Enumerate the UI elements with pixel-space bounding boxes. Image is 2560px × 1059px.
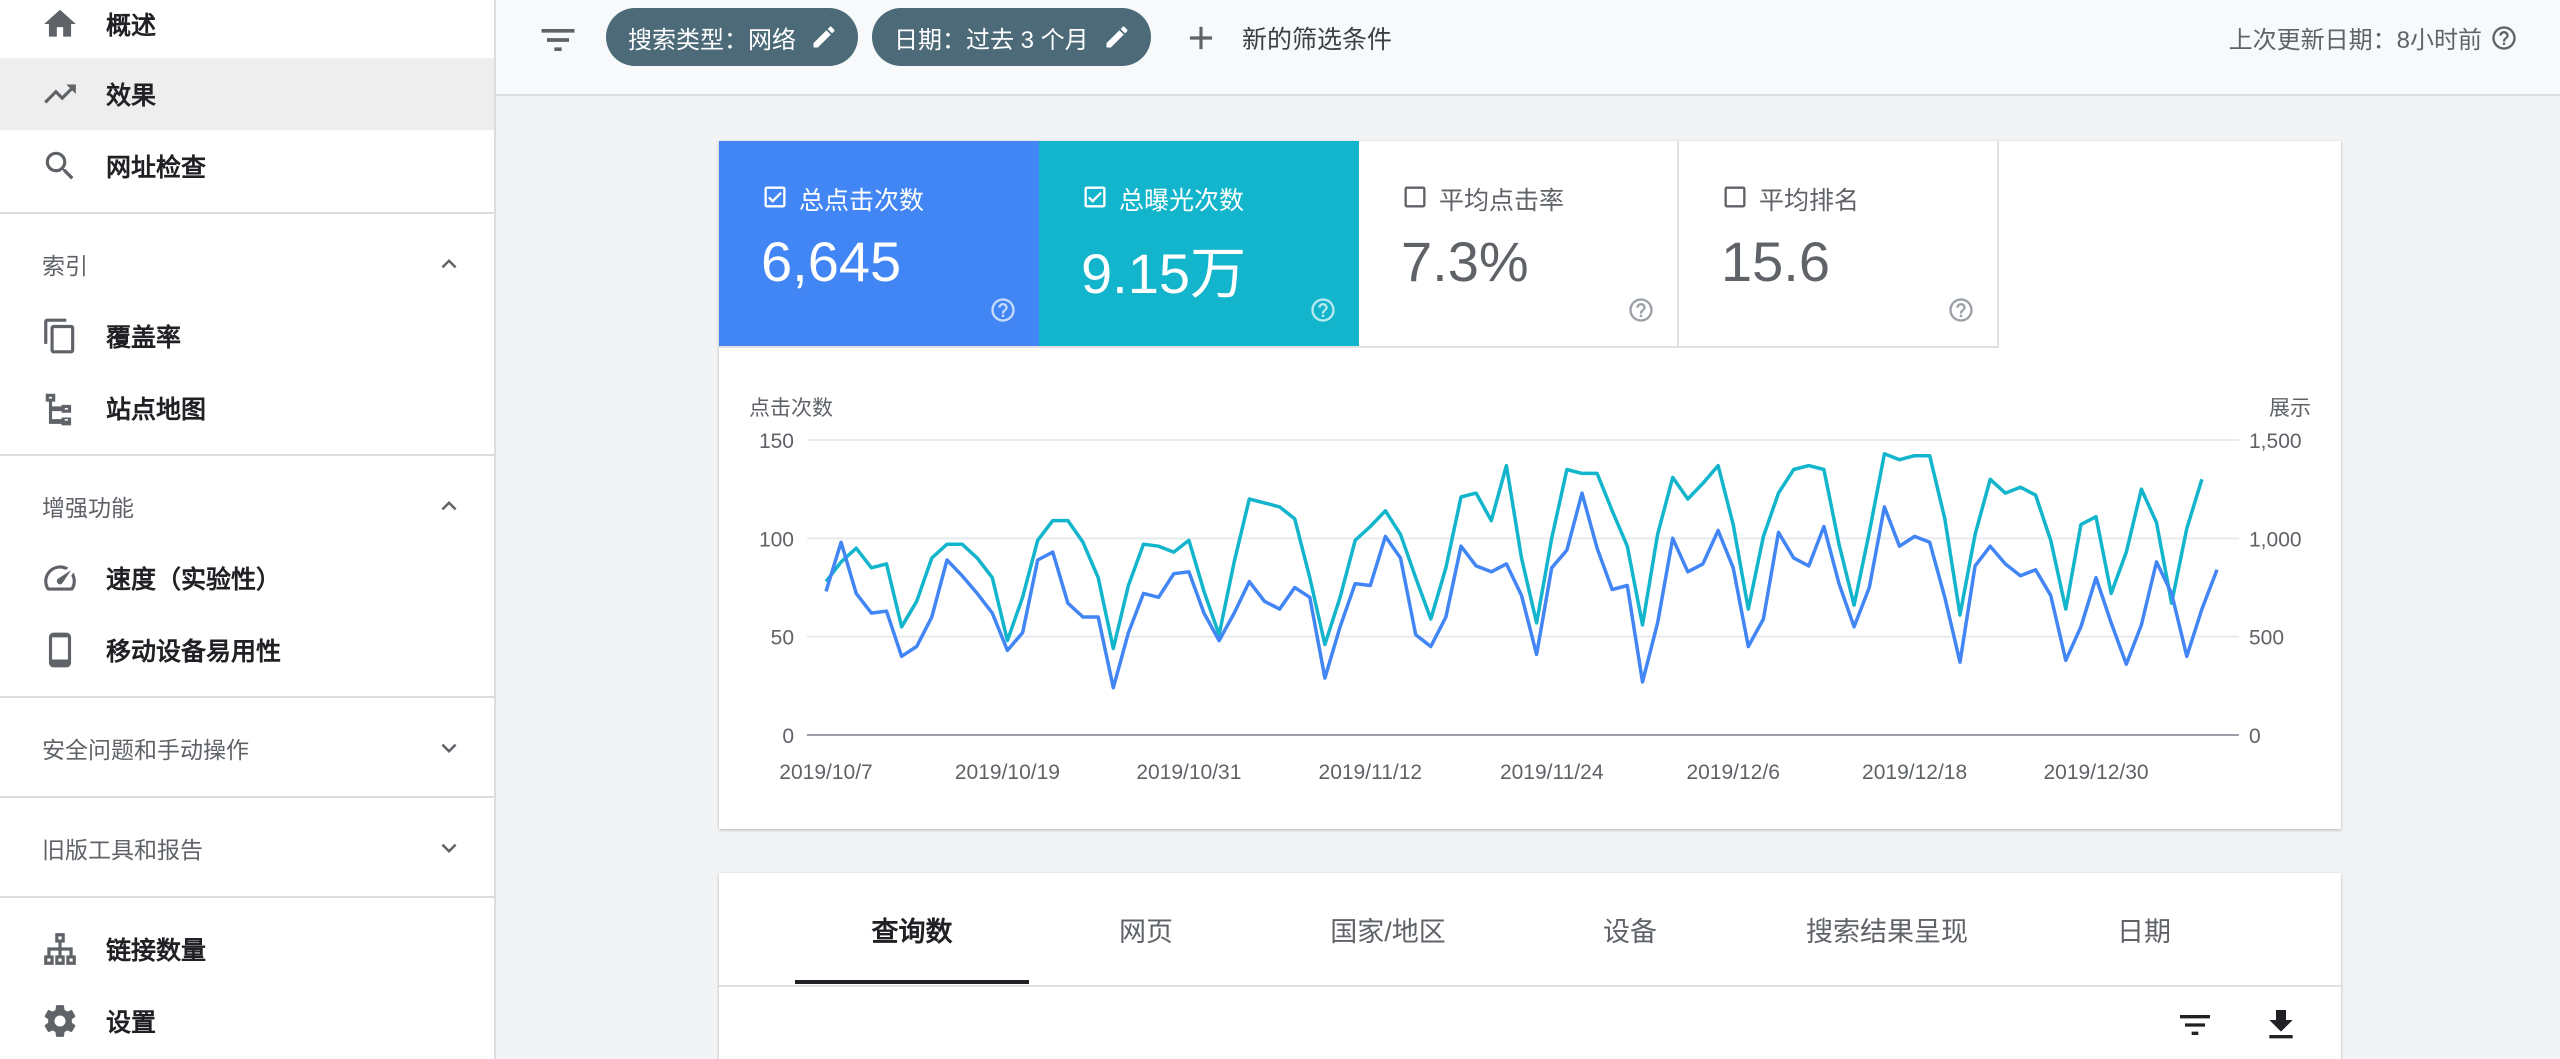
home-icon (40, 4, 80, 44)
links-icon (40, 929, 80, 969)
y-axis-title: 点击次数 (749, 397, 833, 420)
sidebar-divider (0, 212, 494, 214)
section-label: 旧版工具和报告 (42, 837, 203, 863)
tab-dates[interactable]: 日期 (2027, 873, 2261, 985)
sidebar-item-label: 设置 (106, 1009, 157, 1037)
chip-label: 搜索类型：网络 (628, 26, 796, 54)
sidebar-item-label: 速度（实验性） (106, 566, 282, 594)
date-chip[interactable]: 日期：过去 3 个月 (872, 8, 1151, 66)
section-label: 安全问题和手动操作 (42, 737, 249, 763)
sidebar-item-coverage[interactable]: 覆盖率 (0, 300, 494, 372)
section-label: 索引 (42, 253, 88, 279)
sitemap-icon (40, 388, 80, 428)
sidebar-divider (0, 454, 494, 456)
sidebar-item-overview[interactable]: 概述 (0, 0, 494, 60)
y2-tick-label: 1,500 (2249, 430, 2302, 453)
chip-label: 日期：过去 3 个月 (894, 26, 1089, 54)
y2-tick-label: 1,000 (2249, 528, 2302, 551)
sidebar-divider (0, 696, 494, 698)
sidebar-item-label: 效果 (106, 82, 157, 110)
section-legacy[interactable]: 旧版工具和报告 (0, 812, 494, 884)
tabs-divider (719, 985, 2341, 987)
sidebar-item-label: 覆盖率 (106, 324, 182, 352)
last-updated: 上次更新日期：8小时前 (2229, 20, 2518, 55)
search-type-chip[interactable]: 搜索类型：网络 (606, 8, 858, 66)
sidebar-item-label: 概述 (106, 12, 157, 40)
edit-icon (1103, 23, 1131, 51)
edit-icon (810, 23, 838, 51)
sidebar-item-label: 链接数量 (106, 937, 207, 965)
y-tick-label: 150 (759, 430, 794, 453)
x-tick-label: 2019/12/30 (2043, 761, 2148, 784)
performance-card: 总点击次数 6,645 总曝光次数 9.15万 平均点击率 7.3% 平均排名 … (719, 141, 2341, 829)
sidebar-item-sitemaps[interactable]: 站点地图 (0, 372, 494, 444)
chevron-up-icon (434, 491, 464, 521)
download-icon[interactable] (2261, 1005, 2301, 1045)
tab-queries[interactable]: 查询数 (795, 873, 1029, 985)
y-tick-label: 0 (782, 725, 794, 748)
x-tick-label: 2019/10/31 (1136, 761, 1241, 784)
x-tick-label: 2019/11/12 (1319, 761, 1423, 784)
x-tick-label: 2019/12/18 (1862, 761, 1967, 784)
search-icon (40, 146, 80, 186)
tab-countries[interactable]: 国家/地区 (1263, 873, 1513, 985)
sidebar-divider (0, 796, 494, 798)
copy-icon (40, 316, 80, 356)
new-filter-label: 新的筛选条件 (1242, 26, 1393, 54)
sidebar-item-speed[interactable]: 速度（实验性） (0, 542, 494, 614)
chevron-down-icon (434, 733, 464, 763)
new-filter-button[interactable]: 新的筛选条件 (1182, 10, 1392, 66)
filter-list-icon[interactable] (536, 18, 580, 62)
performance-chart[interactable]: 150 1,500 100 1,000 50 500 0 0 点击次数 展示 2019/10/7 20… (719, 141, 2341, 829)
tab-search-appearance[interactable]: 搜索结果呈现 (1747, 873, 2027, 985)
x-tick-label: 2019/10/19 (955, 761, 1060, 784)
section-security[interactable]: 安全问题和手动操作 (0, 712, 494, 784)
tab-devices[interactable]: 设备 (1513, 873, 1747, 985)
section-label: 增强功能 (42, 495, 134, 521)
sidebar-item-settings[interactable]: 设置 (0, 985, 494, 1057)
sidebar-item-label: 站点地图 (106, 396, 207, 424)
sidebar-item-links[interactable]: 链接数量 (0, 913, 494, 985)
section-index[interactable]: 索引 (0, 228, 494, 300)
sidebar: 概述 效果 网址检查 索引 覆盖率 站点地图 增强功能 速度（实验性） 移动设备… (0, 0, 496, 1059)
clicks-series-line (824, 491, 2219, 690)
active-tab-indicator (795, 980, 1029, 984)
filter-bar: 搜索类型：网络 日期：过去 3 个月 新的筛选条件 上次更新日期：8小时前 (496, 0, 2560, 96)
speed-icon (40, 558, 80, 598)
chevron-down-icon (434, 833, 464, 863)
sidebar-item-label: 移动设备易用性 (106, 638, 282, 666)
x-tick-label: 2019/11/24 (1500, 761, 1604, 784)
sidebar-divider (0, 896, 494, 898)
y2-tick-label: 0 (2249, 725, 2261, 748)
plus-icon (1182, 19, 1220, 57)
sidebar-item-label: 网址检查 (106, 154, 207, 182)
last-updated-text: 上次更新日期：8小时前 (2228, 27, 2482, 54)
sidebar-item-url-inspection[interactable]: 网址检查 (0, 130, 494, 202)
chevron-up-icon (434, 249, 464, 279)
dimension-tabs-card: 查询数 网页 国家/地区 设备 搜索结果呈现 日期 (719, 873, 2341, 1059)
y-tick-label: 50 (771, 627, 794, 650)
phone-icon (40, 630, 80, 670)
sidebar-item-performance[interactable]: 效果 (0, 58, 494, 130)
filter-list-icon[interactable] (2175, 1005, 2215, 1045)
sidebar-item-mobile-usability[interactable]: 移动设备易用性 (0, 614, 494, 686)
tab-pages[interactable]: 网页 (1029, 873, 1263, 985)
trending-up-icon (40, 74, 80, 114)
y2-tick-label: 500 (2249, 627, 2284, 650)
x-tick-label: 2019/12/6 (1686, 761, 1779, 784)
y-tick-label: 100 (759, 528, 794, 551)
x-tick-label: 2019/10/7 (779, 761, 872, 784)
settings-icon (40, 1001, 80, 1041)
help-icon[interactable] (2490, 24, 2518, 52)
section-enhancements[interactable]: 增强功能 (0, 470, 494, 542)
y2-axis-title: 展示 (2269, 397, 2311, 420)
